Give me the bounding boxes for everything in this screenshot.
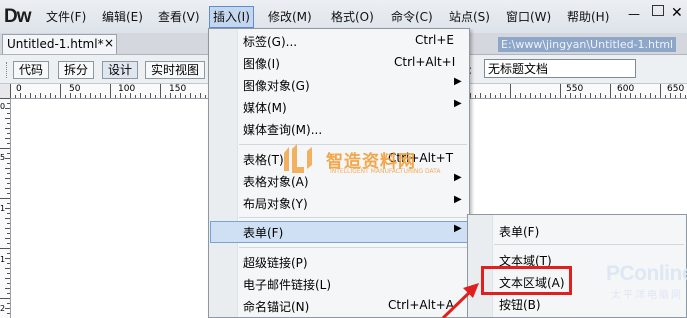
close-window-icon[interactable]: ✕ (671, 5, 683, 21)
file-path: E:\www\jingyan\Untitled-1.html (498, 37, 677, 52)
document-tab[interactable]: Untitled-1.html* × (2, 34, 117, 54)
submenu-arrow-icon: ▶ (454, 98, 462, 109)
toolbar-grip (6, 62, 10, 78)
menu-item-form[interactable]: 表单(F) ▶ (210, 221, 468, 243)
menu-format[interactable]: 格式(O) (331, 7, 374, 27)
menu-item-label: 图像(I) (243, 57, 280, 71)
menu-site[interactable]: 站点(S) (449, 7, 490, 27)
menu-item-image-objects[interactable]: 图像对象(G) ▶ (210, 74, 468, 96)
menu-item-media-query[interactable]: 媒体查询(M)... (210, 118, 468, 140)
menu-item-label: 表格(T) (243, 153, 284, 167)
menu-item-shortcut: Ctrl+E (415, 33, 454, 47)
ruler-label: 5 (0, 153, 6, 162)
menu-separator (239, 247, 467, 248)
menu-modify[interactable]: 修改(M) (268, 7, 312, 27)
ruler-label: 100 (118, 84, 136, 94)
menu-item-label: 命名锚记(N) (243, 300, 310, 314)
menu-item-tag[interactable]: 标签(G)... Ctrl+E (210, 30, 468, 52)
submenu-arrow-icon: ▶ (454, 194, 462, 205)
close-tab-icon[interactable]: × (104, 36, 114, 50)
watermark-logo-icon (284, 144, 312, 173)
menu-item-media[interactable]: 媒体(M) ▶ (210, 96, 468, 118)
ruler-label: 650 (667, 84, 685, 94)
split-view-button[interactable]: 拆分 (58, 61, 95, 79)
maximize-icon[interactable] (652, 5, 664, 16)
ruler-label: 50 (69, 84, 81, 94)
vertical-ruler: 0 5 1 1 2 (0, 98, 11, 318)
menu-separator (239, 217, 467, 218)
ruler-label: 1 (0, 255, 6, 264)
menu-item-label: 媒体查询(M)... (243, 123, 323, 137)
live-view-button[interactable]: 实时视图 (145, 61, 206, 79)
submenu-item-form[interactable]: 表单(F) (499, 223, 539, 240)
submenu-arrow-icon: ▶ (454, 223, 462, 234)
menu-item-shortcut: Ctrl+Alt+A (388, 298, 454, 312)
menu-item-label: 超级链接(P) (243, 256, 308, 270)
menu-view[interactable]: 查看(V) (158, 7, 200, 27)
submenu-arrow-icon: ▶ (454, 76, 462, 87)
ruler-label: 550 (566, 84, 584, 94)
ruler-label: 1 (0, 204, 6, 213)
watermark-subtitle: INTELLIGENT MANUFACTURING DATA (330, 168, 441, 175)
submenu-item-button[interactable]: 按钮(B) (499, 296, 541, 313)
menu-help[interactable]: 帮助(H) (567, 7, 609, 27)
menu-item-label: 标签(G)... (243, 35, 298, 49)
menu-window[interactable]: 窗口(W) (506, 7, 551, 27)
menu-item-layout-objects[interactable]: 布局对象(Y) ▶ (210, 192, 468, 214)
document-tab-label: Untitled-1.html* (7, 37, 104, 51)
watermark-pconline: PConline (606, 262, 687, 285)
menu-item-label: 布局对象(Y) (243, 197, 308, 211)
menu-item-hyperlink[interactable]: 超级链接(P) (210, 251, 468, 273)
submenu-arrow-icon: ▶ (454, 172, 462, 183)
menu-item-email-link[interactable]: 电子邮件链接(L) (210, 273, 468, 295)
menu-item-shortcut: Ctrl+Alt+I (394, 55, 456, 69)
menu-separator (239, 144, 467, 145)
ruler-label: 600 (617, 84, 635, 94)
document-title-input[interactable] (484, 59, 636, 78)
menu-edit[interactable]: 编辑(E) (102, 7, 143, 27)
menu-item-label: 电子邮件链接(L) (243, 278, 332, 292)
code-view-button[interactable]: 代码 (13, 61, 50, 79)
menu-file[interactable]: 文件(F) (46, 7, 86, 27)
ruler-label: 150 (169, 84, 187, 94)
menu-item-image[interactable]: 图像(I) Ctrl+Alt+I (210, 52, 468, 74)
menu-separator (494, 244, 684, 245)
menu-item-label: 图像对象(G) (243, 79, 310, 93)
menu-item-named-anchor[interactable]: 命名锚记(N) Ctrl+Alt+A (210, 295, 468, 317)
dreamweaver-logo: Dw (4, 6, 31, 27)
menu-insert[interactable]: 插入(I) (209, 6, 254, 28)
annotation-highlight-box (481, 266, 572, 295)
menu-item-label: 表单(F) (243, 226, 284, 240)
ruler-label: 0 (0, 102, 6, 111)
menu-item-label: 媒体(M) (243, 101, 287, 115)
minimize-icon[interactable]: — (628, 7, 640, 21)
watermark-pconline-sub: 太平洋电脑网 (611, 290, 683, 301)
ruler-label: 2 (0, 304, 6, 313)
design-view-button[interactable]: 设计 (102, 61, 139, 79)
ruler-label: 0 (16, 84, 22, 94)
menu-commands[interactable]: 命令(C) (391, 7, 433, 27)
